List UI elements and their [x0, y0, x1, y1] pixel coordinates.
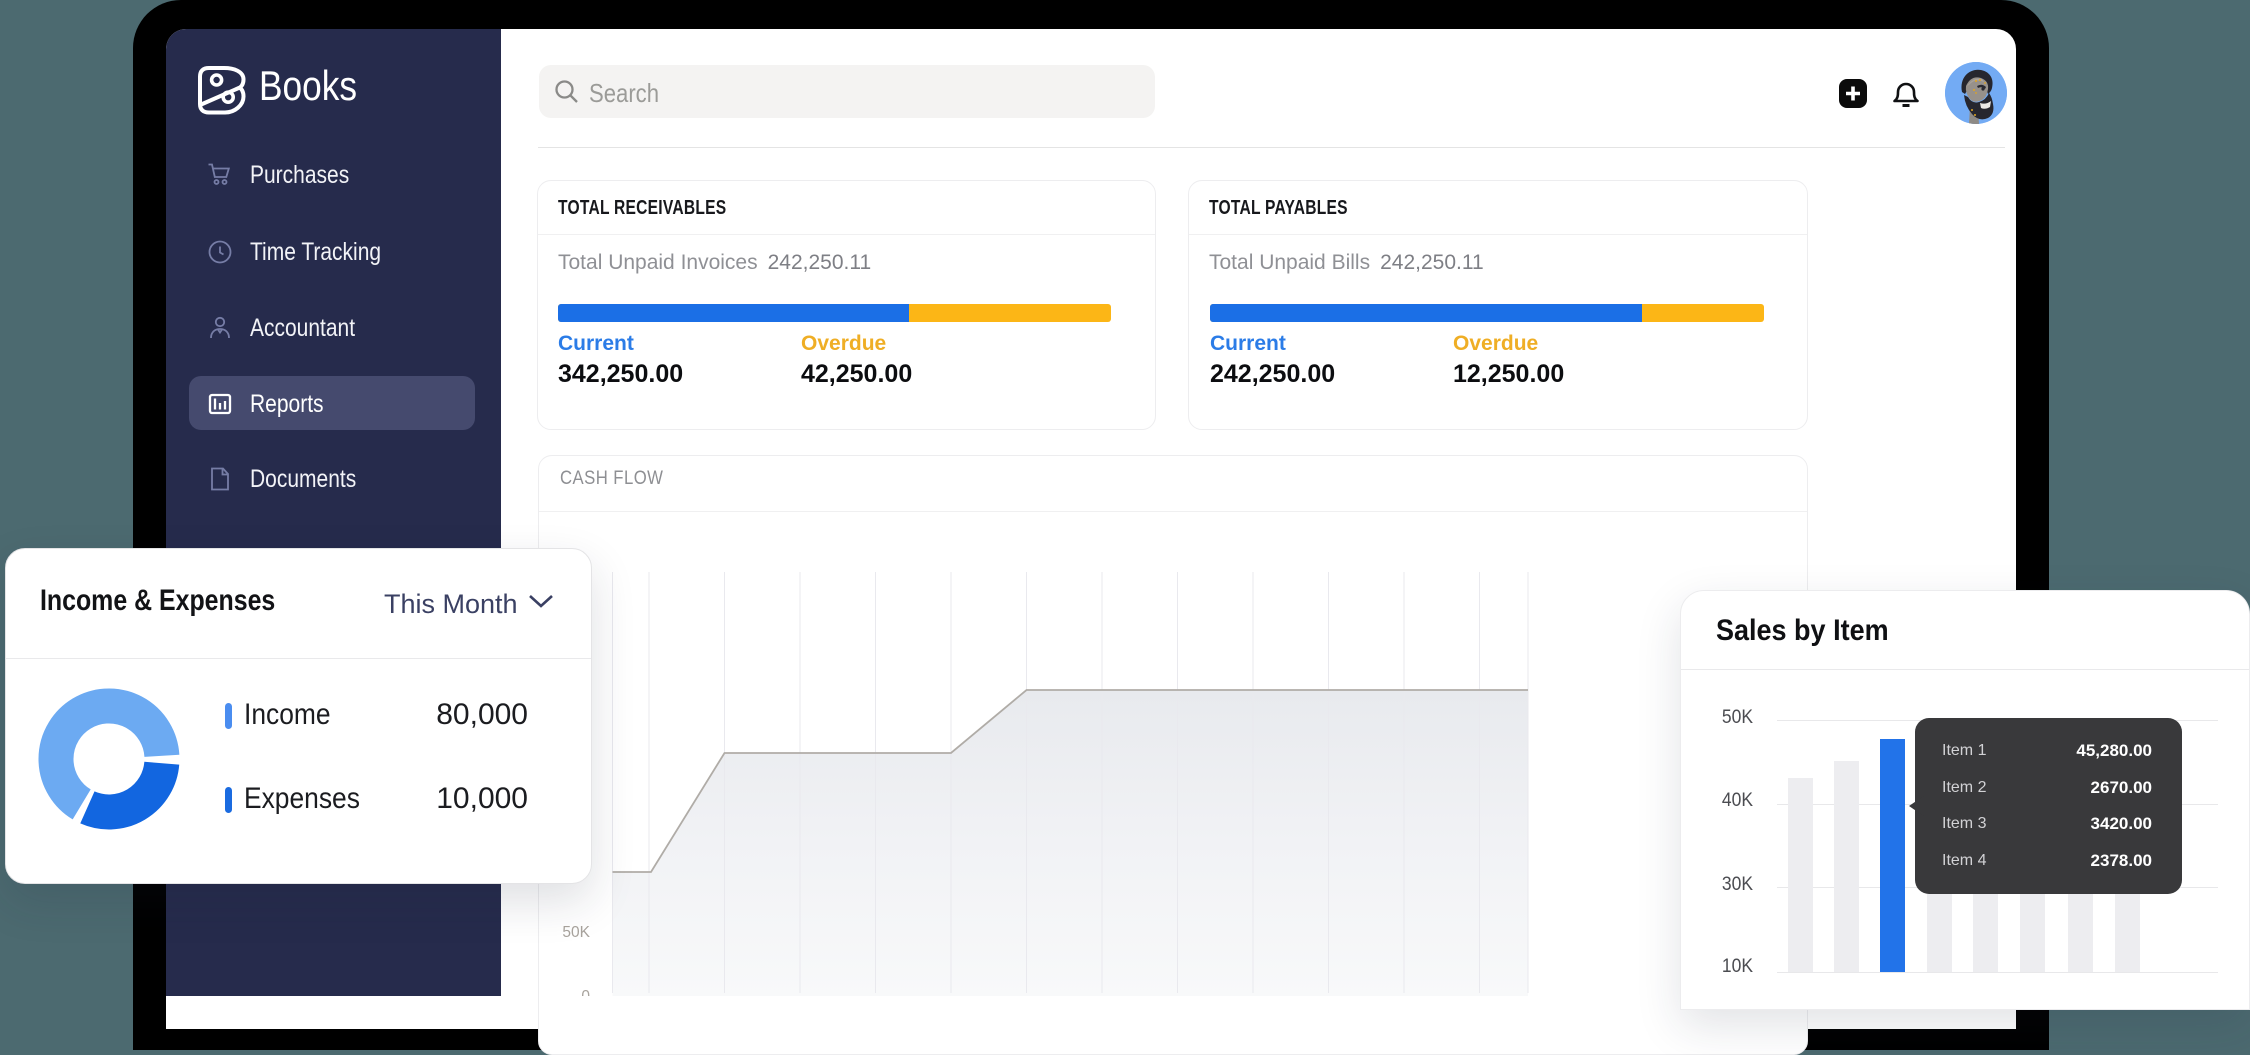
svg-text:50K: 50K: [562, 924, 590, 941]
svg-text:0: 0: [581, 988, 590, 996]
